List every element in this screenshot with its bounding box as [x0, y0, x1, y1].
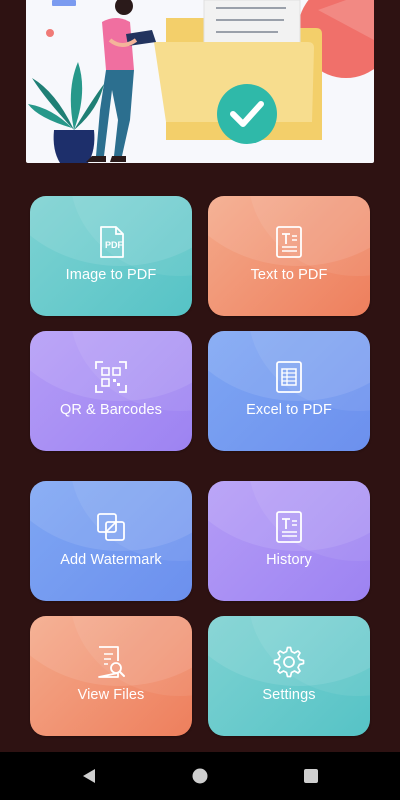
- add-watermark-tile[interactable]: Add Watermark: [30, 481, 192, 601]
- gear-icon: [273, 646, 305, 678]
- text-document-icon: [276, 511, 302, 543]
- image-pdf-icon: PDF: [100, 226, 124, 258]
- woman-with-folder-illustration: [28, 0, 374, 163]
- history-tile[interactable]: History: [208, 481, 370, 601]
- view-files-tile[interactable]: View Files: [30, 616, 192, 736]
- watermark-icon: [97, 513, 125, 541]
- image-to-pdf-tile[interactable]: PDF Image to PDF: [30, 196, 192, 316]
- tile-label: Settings: [262, 687, 316, 703]
- excel-to-pdf-tile[interactable]: Excel to PDF: [208, 331, 370, 451]
- tile-label: Image to PDF: [65, 267, 157, 283]
- text-document-icon: [276, 226, 302, 258]
- tile-label: View Files: [77, 687, 145, 703]
- home-circle-icon[interactable]: [190, 766, 210, 786]
- recents-square-icon[interactable]: [301, 766, 321, 786]
- spreadsheet-icon: [276, 361, 302, 393]
- tile-label: Excel to PDF: [246, 402, 332, 418]
- hero-illustration: [26, 0, 374, 163]
- tile-label: Add Watermark: [60, 552, 162, 568]
- app-screen: PDF Image to PDF Text to PDF QR & Barcod…: [0, 0, 400, 752]
- tile-label: QR & Barcodes: [59, 402, 163, 418]
- text-to-pdf-tile[interactable]: Text to PDF: [208, 196, 370, 316]
- qr-barcodes-tile[interactable]: QR & Barcodes: [30, 331, 192, 451]
- pdf-badge-text: PDF: [105, 240, 124, 250]
- qr-scan-icon: [95, 361, 127, 393]
- tile-label: Text to PDF: [250, 267, 328, 283]
- back-triangle-icon[interactable]: [80, 766, 100, 786]
- system-navigation-bar: [0, 752, 400, 800]
- tile-label: History: [266, 552, 312, 568]
- settings-tile[interactable]: Settings: [208, 616, 370, 736]
- file-search-icon: [98, 646, 125, 678]
